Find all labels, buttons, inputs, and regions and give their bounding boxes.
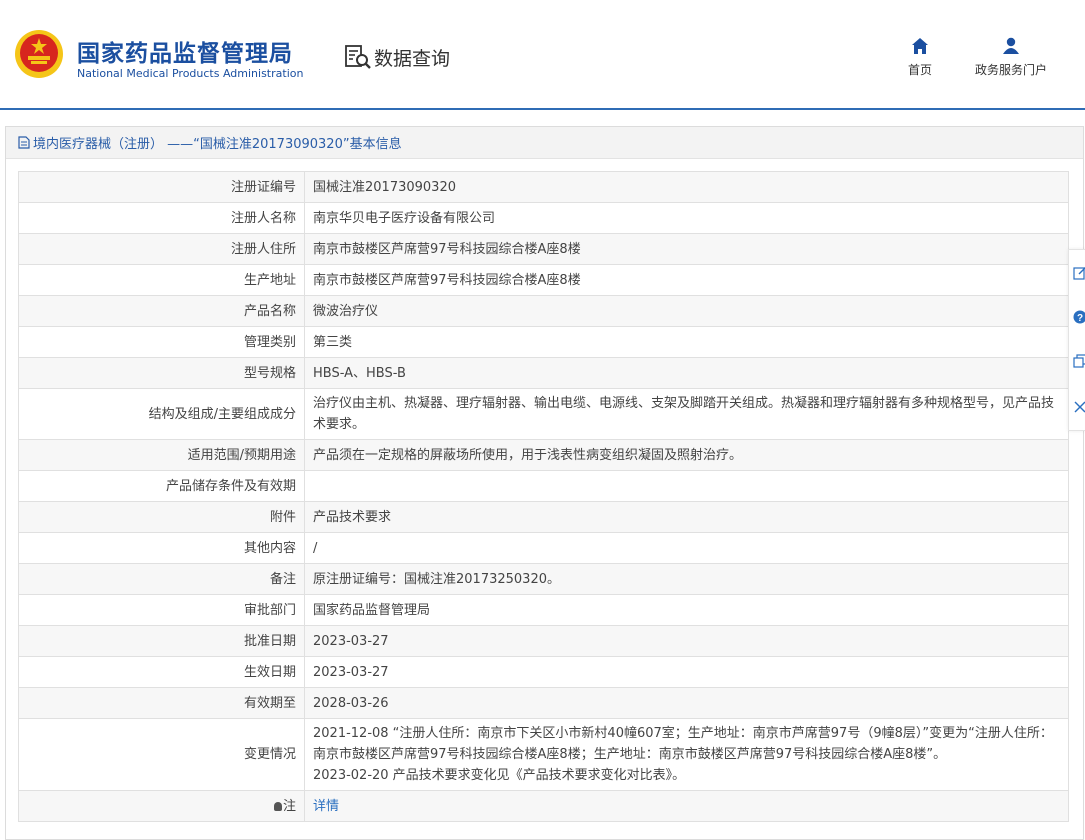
field-label: 注册证编号 (19, 172, 305, 203)
org-name-cn: 国家药品监督管理局 (77, 34, 293, 68)
info-row: 结构及组成/主要组成成分治疗仪由主机、热凝器、理疗辐射器、输出电缆、电源线、支架… (19, 389, 1069, 440)
data-query-label: 数据查询 (374, 44, 450, 71)
info-row: 管理类别第三类 (19, 327, 1069, 358)
field-value: 治疗仪由主机、热凝器、理疗辐射器、输出电缆、电源线、支架及脚踏开关组成。热凝器和… (305, 389, 1069, 440)
org-name-en: National Medical Products Administration (77, 67, 303, 80)
field-label: 变更情况 (19, 719, 305, 791)
info-row: 其他内容/ (19, 533, 1069, 564)
change-entry: 2021-12-08 “注册人住所：南京市下关区小市新村40幢607室；生产地址… (313, 723, 1060, 765)
note-value: 详情 (305, 791, 1069, 822)
registration-info-table: 注册证编号国械注准20173090320注册人名称南京华贝电子医疗设备有限公司注… (18, 171, 1069, 822)
field-label: 注册人住所 (19, 234, 305, 265)
nav-service-portal[interactable]: 政务服务门户 (966, 37, 1056, 78)
field-value: 第三类 (305, 327, 1069, 358)
info-row: 生效日期2023-03-27 (19, 657, 1069, 688)
field-label: 有效期至 (19, 688, 305, 719)
edit-icon[interactable] (1073, 266, 1085, 280)
info-row: 注册人名称南京华贝电子医疗设备有限公司 (19, 203, 1069, 234)
nav-home-label: 首页 (908, 63, 932, 77)
user-icon (1002, 37, 1020, 55)
field-value: 南京市鼓楼区芦席营97号科技园综合楼A座8楼 (305, 265, 1069, 296)
field-value: 国械注准20173090320 (305, 172, 1069, 203)
field-label: 其他内容 (19, 533, 305, 564)
details-link[interactable]: 详情 (313, 799, 339, 814)
nav-service-portal-label: 政务服务门户 (975, 63, 1047, 77)
field-label: 适用范围/预期用途 (19, 440, 305, 471)
device-info-panel: 境内医疗器械（注册） ——“国械注准20173090320”基本信息 注册证编号… (5, 126, 1084, 840)
copy-icon[interactable] (1073, 354, 1085, 368)
panel-title-text: 境内医疗器械（注册） ——“国械注准20173090320”基本信息 (33, 133, 402, 152)
change-history-value: 2021-12-08 “注册人住所：南京市下关区小市新村40幢607室；生产地址… (305, 719, 1069, 791)
field-value: 南京华贝电子医疗设备有限公司 (305, 203, 1069, 234)
home-icon (911, 37, 929, 55)
nav-home[interactable]: 首页 (900, 37, 940, 78)
field-label: 注册人名称 (19, 203, 305, 234)
info-row: 有效期至2028-03-26 (19, 688, 1069, 719)
panel-title: 境内医疗器械（注册） ——“国械注准20173090320”基本信息 (6, 127, 1083, 159)
note-row: 注 详情 (19, 791, 1069, 822)
field-label: 备注 (19, 564, 305, 595)
field-value: 微波治疗仪 (305, 296, 1069, 327)
info-row: 型号规格HBS-A、HBS-B (19, 358, 1069, 389)
field-value: 产品技术要求 (305, 502, 1069, 533)
note-label-cell: 注 (19, 791, 305, 822)
info-row: 注册人住所南京市鼓楼区芦席营97号科技园综合楼A座8楼 (19, 234, 1069, 265)
field-value: 南京市鼓楼区芦席营97号科技园综合楼A座8楼 (305, 234, 1069, 265)
info-row: 审批部门国家药品监督管理局 (19, 595, 1069, 626)
field-value: HBS-A、HBS-B (305, 358, 1069, 389)
info-row: 注册证编号国械注准20173090320 (19, 172, 1069, 203)
field-value: 原注册证编号：国械注准20173250320。 (305, 564, 1069, 595)
field-value: 国家药品监督管理局 (305, 595, 1069, 626)
info-row: 批准日期2023-03-27 (19, 626, 1069, 657)
field-value: 产品须在一定规格的屏蔽场所使用，用于浅表性病变组织凝固及照射治疗。 (305, 440, 1069, 471)
field-label: 生产地址 (19, 265, 305, 296)
info-row: 备注原注册证编号：国械注准20173250320。 (19, 564, 1069, 595)
field-value: 2023-03-27 (305, 626, 1069, 657)
change-entry: 2023-02-20 产品技术要求变化见《产品技术要求变化对比表》。 (313, 765, 1060, 786)
info-row: 附件产品技术要求 (19, 502, 1069, 533)
site-header: 国家药品监督管理局 National Medical Products Admi… (0, 0, 1085, 110)
svg-text:?: ? (1077, 313, 1083, 324)
info-row: 生产地址南京市鼓楼区芦席营97号科技园综合楼A座8楼 (19, 265, 1069, 296)
field-label: 批准日期 (19, 626, 305, 657)
field-value: 2028-03-26 (305, 688, 1069, 719)
field-label: 产品名称 (19, 296, 305, 327)
field-label: 审批部门 (19, 595, 305, 626)
note-label: 注 (283, 799, 296, 814)
close-icon[interactable] (1073, 400, 1085, 414)
field-label: 型号规格 (19, 358, 305, 389)
field-label: 附件 (19, 502, 305, 533)
info-row: 产品储存条件及有效期 (19, 471, 1069, 502)
field-label: 产品储存条件及有效期 (19, 471, 305, 502)
field-label: 结构及组成/主要组成成分 (19, 389, 305, 440)
national-emblem-icon (14, 29, 64, 79)
side-toolbar: ? (1068, 249, 1085, 431)
data-query-title: 数据查询 (344, 43, 450, 71)
field-label: 生效日期 (19, 657, 305, 688)
document-icon (18, 136, 30, 149)
field-label: 管理类别 (19, 327, 305, 358)
data-query-icon (344, 43, 372, 71)
help-icon[interactable]: ? (1073, 310, 1085, 324)
field-value (305, 471, 1069, 502)
change-history-row: 变更情况2021-12-08 “注册人住所：南京市下关区小市新村40幢607室；… (19, 719, 1069, 791)
field-value: 2023-03-27 (305, 657, 1069, 688)
info-row: 产品名称微波治疗仪 (19, 296, 1069, 327)
field-value: / (305, 533, 1069, 564)
info-row: 适用范围/预期用途产品须在一定规格的屏蔽场所使用，用于浅表性病变组织凝固及照射治… (19, 440, 1069, 471)
lightbulb-icon (274, 802, 282, 811)
